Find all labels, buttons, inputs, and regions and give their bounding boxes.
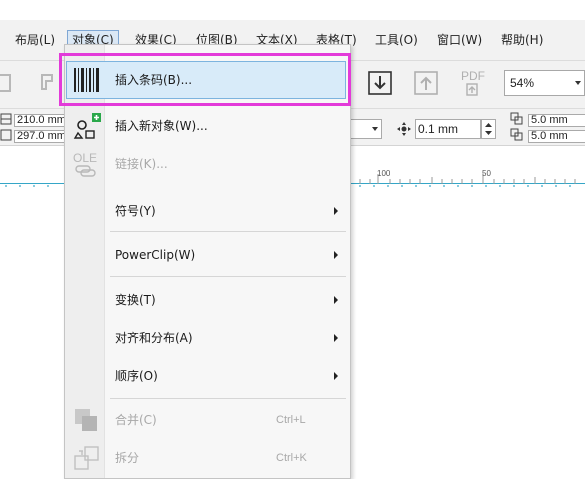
ruler-label-100: 100 xyxy=(377,169,391,178)
page-width-icon xyxy=(0,112,12,126)
menu-item-link: OLE 链接(K)... xyxy=(66,145,349,183)
menu-item-shortcut: Ctrl+L xyxy=(276,414,306,426)
menu-item-label: 合并(C) xyxy=(115,413,157,427)
submenu-arrow-icon xyxy=(334,251,338,259)
submenu-arrow-icon xyxy=(334,334,338,342)
menu-item-combine: 合并(C) Ctrl+L xyxy=(66,401,349,439)
menu-item-label: 链接(K)... xyxy=(115,157,168,171)
menu-separator xyxy=(110,231,346,232)
submenu-arrow-icon xyxy=(334,207,338,215)
menu-item-label: 插入新对象(W)... xyxy=(115,119,208,133)
import-icon[interactable] xyxy=(366,69,394,97)
open-icon[interactable] xyxy=(0,69,24,97)
menu-item-insert-new-object[interactable]: 插入新对象(W)... xyxy=(66,107,349,145)
pdf-label: PDF xyxy=(461,69,485,83)
menu-layout[interactable]: 布局(L) xyxy=(11,30,59,52)
combine-icon xyxy=(71,405,101,435)
menu-window[interactable]: 窗口(W) xyxy=(433,30,486,52)
menu-item-break-apart: 拆分 Ctrl+K xyxy=(66,439,349,477)
object-menu-dropdown: 符号(Y) PowerClip(W) 变换(T) 对齐和分布(A) 顺序(O) … xyxy=(64,44,351,479)
publish-pdf-icon[interactable]: PDF xyxy=(456,69,490,97)
menu-help[interactable]: 帮助(H) xyxy=(497,30,547,52)
page-height-field[interactable]: 297.0 mm xyxy=(14,130,66,143)
nudge-distance-field[interactable]: 0.1 mm xyxy=(415,119,481,139)
insert-object-icon xyxy=(71,111,101,141)
submenu-arrow-icon xyxy=(334,296,338,304)
nudge-icon xyxy=(396,121,412,137)
menu-item-label: 变换(T) xyxy=(115,293,156,307)
menu-item-label: 顺序(O) xyxy=(115,369,158,383)
zoom-dropdown-button[interactable] xyxy=(573,70,585,96)
duplicate-y-icon xyxy=(510,128,526,142)
duplicate-x-field[interactable]: 5.0 mm xyxy=(528,114,585,127)
page-width-field[interactable]: 210.0 mm xyxy=(14,114,66,127)
menu-item-symbol[interactable]: 符号(Y) xyxy=(66,192,349,230)
export-icon[interactable] xyxy=(412,69,440,97)
menu-item-label: PowerClip(W) xyxy=(115,248,196,262)
ole-link-icon: OLE xyxy=(71,149,101,179)
duplicate-y-field[interactable]: 5.0 mm xyxy=(528,130,585,143)
svg-text:OLE: OLE xyxy=(73,151,97,165)
submenu-arrow-icon xyxy=(334,372,338,380)
menu-item-powerclip[interactable]: PowerClip(W) xyxy=(66,236,349,274)
page-height-icon xyxy=(0,128,12,142)
ruler-label-50: 50 xyxy=(482,169,491,178)
units-dropdown[interactable] xyxy=(350,119,382,139)
annotation-highlight-box xyxy=(59,53,351,106)
menu-item-align-distribute[interactable]: 对齐和分布(A) xyxy=(66,319,349,357)
menu-item-shortcut: Ctrl+K xyxy=(276,452,307,464)
menu-item-label: 拆分 xyxy=(115,451,140,465)
menu-item-transform[interactable]: 变换(T) xyxy=(66,281,349,319)
break-apart-icon xyxy=(71,443,101,473)
zoom-level-field[interactable]: 54% xyxy=(504,70,576,96)
menu-item-order[interactable]: 顺序(O) xyxy=(66,357,349,395)
menu-separator xyxy=(110,398,346,399)
menu-separator xyxy=(110,276,346,277)
menu-item-label: 对齐和分布(A) xyxy=(115,331,193,345)
duplicate-x-icon xyxy=(510,112,526,126)
nudge-spinner[interactable] xyxy=(481,119,496,139)
menu-item-label: 符号(Y) xyxy=(115,204,156,218)
menu-tools[interactable]: 工具(O) xyxy=(371,30,422,52)
